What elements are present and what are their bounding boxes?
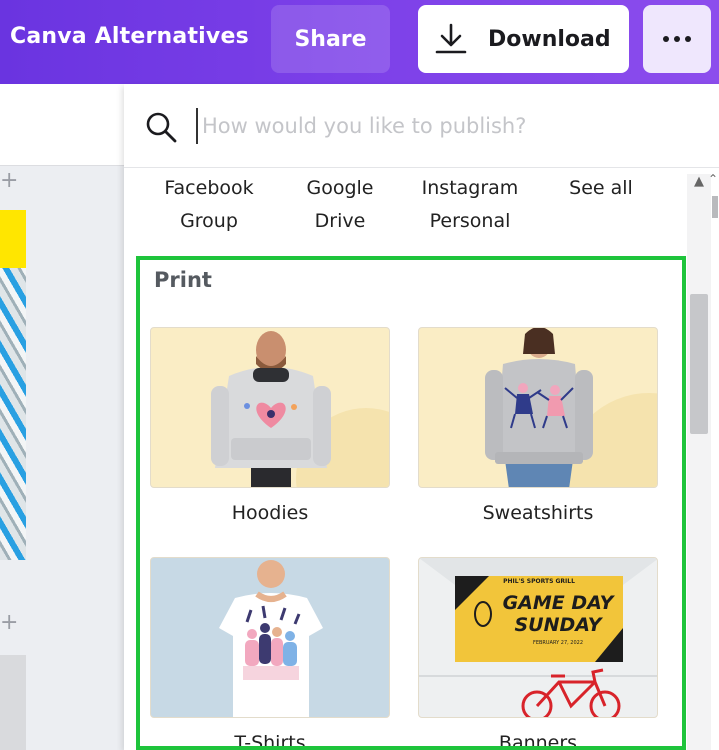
banner-thumbnail: PHIL'S SPORTS GRILL GAME DAY SUNDAY FEBR…	[418, 557, 658, 718]
option-label: Google	[306, 177, 374, 199]
publish-options-row: Facebook Group Google Drive Instagram Pe…	[124, 172, 684, 242]
option-label: Instagram	[421, 177, 519, 199]
option-label: Drive	[314, 210, 366, 232]
sweatshirt-thumbnail	[418, 327, 658, 488]
preview-money-image	[0, 268, 26, 560]
page-preview-2[interactable]	[0, 655, 26, 750]
option-facebook-group[interactable]: Facebook Group	[144, 172, 274, 238]
design-title[interactable]: Canva Alternatives	[10, 24, 249, 49]
page-preview[interactable]	[0, 210, 26, 560]
tshirt-thumbnail	[150, 557, 390, 718]
preview-yellow-band	[0, 210, 26, 268]
outer-scroll-thumb[interactable]	[712, 196, 718, 218]
print-item-label: Sweatshirts	[482, 502, 594, 524]
download-label: Download	[488, 26, 611, 52]
search-icon	[144, 110, 178, 144]
print-section: Print Hoodies Sweatshirts T-Shirts PHIL'…	[136, 256, 686, 750]
option-label: Facebook	[164, 177, 254, 199]
publish-panel: Facebook Group Google Drive Instagram Pe…	[124, 84, 719, 750]
print-item-label: Hoodies	[231, 502, 309, 524]
banner-top-text: PHIL'S SPORTS GRILL	[503, 578, 575, 585]
banner-date-text: FEBRUARY 27, 2022	[532, 640, 584, 646]
scroll-up-icon[interactable]: ▲	[691, 174, 707, 192]
add-page-icon[interactable]: +	[0, 612, 18, 634]
more-horizontal-icon	[663, 36, 669, 42]
hoodie-thumbnail	[150, 327, 390, 488]
share-button[interactable]: Share	[271, 5, 390, 73]
see-all-link[interactable]: See all	[536, 172, 666, 205]
add-page-icon[interactable]: +	[0, 170, 18, 192]
option-label: Personal	[429, 210, 511, 232]
print-item-label: Banners	[498, 732, 578, 750]
see-all-label: See all	[569, 177, 633, 199]
download-icon	[434, 22, 468, 56]
chevron-up-icon[interactable]: ⌃	[708, 172, 719, 188]
more-dot	[685, 36, 691, 42]
print-item-hoodies[interactable]: Hoodies	[150, 327, 390, 524]
banner-headline: GAME DAY SUNDAY	[493, 592, 623, 636]
more-options-button[interactable]	[643, 5, 711, 73]
search-row	[124, 84, 719, 168]
print-section-title: Print	[154, 268, 212, 292]
print-item-banners[interactable]: PHIL'S SPORTS GRILL GAME DAY SUNDAY FEBR…	[418, 557, 658, 750]
banner-line-2: SUNDAY	[514, 614, 602, 636]
top-bar: Canva Alternatives Share Download	[0, 0, 719, 84]
option-google-drive[interactable]: Google Drive	[275, 172, 405, 238]
option-instagram-personal[interactable]: Instagram Personal	[405, 172, 535, 238]
print-item-sweatshirts[interactable]: Sweatshirts	[418, 327, 658, 524]
editor-toolbar	[0, 84, 124, 166]
scroll-thumb[interactable]	[690, 294, 708, 434]
print-item-t-shirts[interactable]: T-Shirts	[150, 557, 390, 750]
panel-scrollbar[interactable]: ▲	[687, 174, 711, 750]
option-label: Group	[180, 210, 238, 232]
print-item-label: T-Shirts	[234, 732, 306, 750]
publish-search-input[interactable]	[196, 108, 696, 144]
download-button[interactable]: Download	[418, 5, 629, 73]
more-dot	[674, 36, 680, 42]
banner-line-1: GAME DAY	[502, 592, 614, 614]
